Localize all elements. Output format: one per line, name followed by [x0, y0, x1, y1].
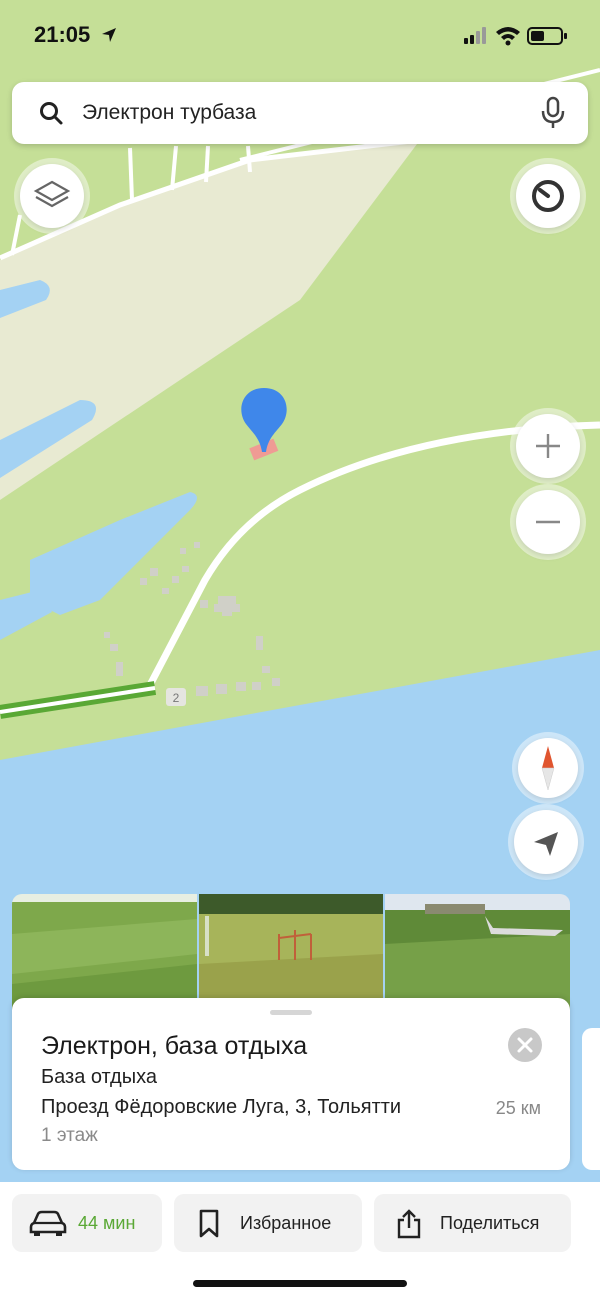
place-floor: 1 этаж — [41, 1125, 98, 1146]
location-arrow-icon — [102, 28, 116, 42]
compass-button[interactable] — [518, 738, 578, 798]
status-bar: 21:05 — [0, 0, 600, 70]
road-stub-4 — [246, 145, 252, 173]
place-category: База отдыха — [41, 1066, 157, 1088]
search-icon — [40, 102, 63, 125]
drag-handle[interactable] — [270, 1010, 312, 1015]
bottom-action-bar: 44 мин Избранное Поделиться — [0, 1182, 600, 1297]
search-bar[interactable]: Электрон турбаза — [12, 82, 588, 144]
my-location-button[interactable] — [514, 810, 578, 874]
photo-playground — [199, 894, 383, 1010]
layers-icon — [33, 180, 71, 208]
road-stub-1 — [128, 147, 134, 201]
place-card[interactable]: Электрон, база отдыха База отдыха Проезд… — [12, 998, 570, 1170]
road-stub-3 — [204, 145, 210, 183]
layers-button[interactable] — [20, 164, 84, 228]
plus-icon — [536, 434, 560, 458]
home-indicator[interactable] — [193, 1280, 407, 1287]
minus-icon — [536, 520, 560, 524]
signal-icon — [464, 27, 486, 44]
place-name: Электрон, база отдыха — [41, 1032, 308, 1060]
microphone-icon[interactable] — [538, 96, 568, 130]
wifi-icon — [496, 27, 520, 46]
battery-icon — [527, 27, 567, 45]
status-icons — [464, 27, 567, 46]
close-button[interactable] — [508, 1028, 542, 1062]
photo-strip[interactable] — [12, 894, 570, 1010]
favorites-button[interactable]: Избранное — [174, 1194, 362, 1252]
car-icon — [29, 1210, 67, 1236]
search-query[interactable]: Электрон турбаза — [82, 101, 256, 125]
photo-3[interactable] — [385, 894, 570, 1010]
speedometer-button[interactable] — [516, 164, 580, 228]
favorites-label: Избранное — [240, 1213, 332, 1233]
speedometer-icon — [532, 180, 564, 212]
photo-field — [12, 894, 197, 1010]
house-number-label: 2 — [173, 691, 180, 705]
share-button[interactable]: Поделиться — [374, 1194, 571, 1252]
route-time: 44 мин — [78, 1213, 136, 1233]
photo-aircraft — [385, 894, 570, 1010]
compass-icon — [541, 746, 555, 791]
zoom-out-button[interactable] — [516, 490, 580, 554]
place-address: Проезд Фёдоровские Луга, 3, Тольятти — [41, 1096, 402, 1118]
zoom-in-button[interactable] — [516, 414, 580, 478]
share-label: Поделиться — [440, 1213, 540, 1233]
photo-2[interactable] — [199, 894, 383, 1010]
next-card-peek[interactable] — [582, 1028, 600, 1170]
status-time: 21:05 — [34, 22, 91, 47]
bookmark-icon — [199, 1209, 219, 1238]
photo-1[interactable] — [12, 894, 197, 1010]
share-icon — [397, 1209, 421, 1239]
route-button[interactable]: 44 мин — [12, 1194, 162, 1252]
navigation-arrow-icon — [534, 832, 558, 856]
close-icon — [517, 1037, 533, 1053]
place-distance: 25 км — [495, 1098, 541, 1118]
